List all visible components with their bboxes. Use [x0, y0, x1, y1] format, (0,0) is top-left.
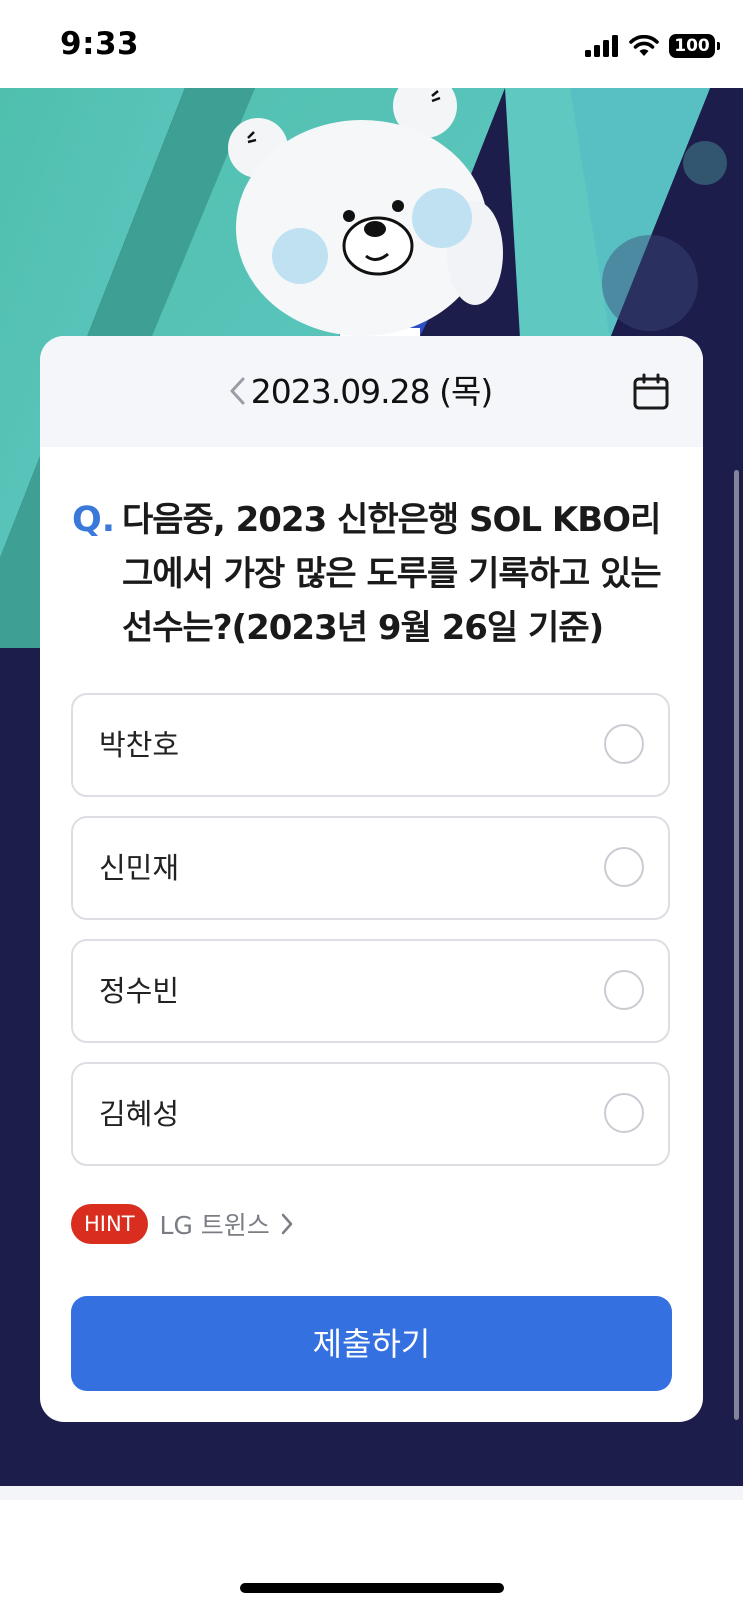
- card-header: 2023.09.28 (목): [40, 336, 703, 447]
- signal-icon: [585, 35, 618, 57]
- option-label: 신민재: [99, 851, 180, 885]
- question: Q. 다음중, 2023 신한은행 SOL KBO리그에서 가장 많은 도루를 …: [72, 493, 682, 655]
- option-label: 정수빈: [99, 974, 180, 1008]
- status-bar: 9:33 100: [0, 0, 743, 88]
- hint-text: LG 트윈스: [159, 1211, 270, 1240]
- answer-options: 박찬호 신민재 정수빈 김혜성: [71, 693, 672, 1185]
- option-4[interactable]: 김혜성: [71, 1062, 670, 1166]
- radio-button[interactable]: [604, 970, 644, 1010]
- battery-icon: 100: [669, 34, 720, 58]
- date-label: 2023.09.28 (목): [250, 372, 494, 411]
- footer-band: [0, 1486, 743, 1500]
- chevron-right-icon: [280, 1212, 294, 1236]
- radio-button[interactable]: [604, 724, 644, 764]
- question-mark: Q.: [72, 500, 116, 540]
- screen: 9:33 100 2023.09.28 (목) Q. 다음중, 2023 신한은…: [0, 0, 743, 1609]
- calendar-button[interactable]: [629, 370, 673, 414]
- hint-link[interactable]: HINT LG 트윈스: [71, 1204, 294, 1244]
- option-3[interactable]: 정수빈: [71, 939, 670, 1043]
- calendar-icon: [633, 373, 669, 410]
- scrollbar[interactable]: [734, 470, 739, 1420]
- quiz-card: 2023.09.28 (목) Q. 다음중, 2023 신한은행 SOL KBO…: [40, 336, 703, 1422]
- wifi-icon: [629, 35, 659, 56]
- option-1[interactable]: 박찬호: [71, 693, 670, 797]
- radio-button[interactable]: [604, 1093, 644, 1133]
- status-icons: 100: [585, 30, 720, 62]
- question-text: 다음중, 2023 신한은행 SOL KBO리그에서 가장 많은 도루를 기록하…: [122, 500, 662, 648]
- home-indicator[interactable]: [240, 1583, 504, 1593]
- hint-badge: HINT: [71, 1204, 148, 1244]
- option-label: 박찬호: [99, 728, 180, 762]
- submit-button[interactable]: 제출하기: [71, 1296, 672, 1391]
- battery-level: 100: [674, 36, 710, 56]
- option-2[interactable]: 신민재: [71, 816, 670, 920]
- status-time: 9:33: [60, 26, 140, 62]
- option-label: 김혜성: [99, 1097, 180, 1131]
- radio-button[interactable]: [604, 847, 644, 887]
